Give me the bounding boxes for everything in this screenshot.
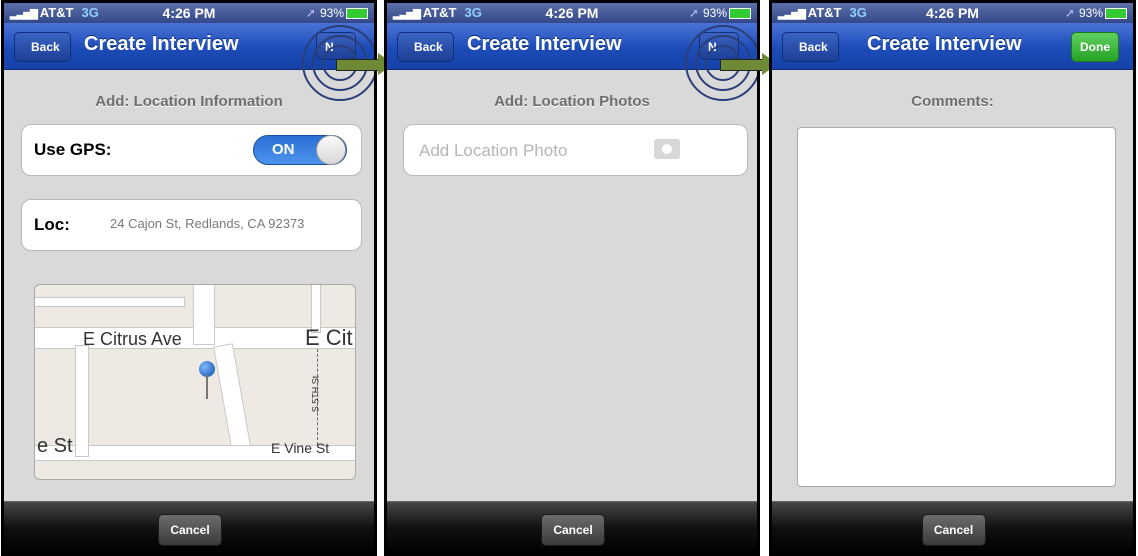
comments-textarea[interactable] — [797, 127, 1116, 487]
map-road — [75, 345, 89, 457]
map-label: e St — [37, 435, 73, 457]
battery-percent: 93% — [1078, 6, 1103, 20]
status-bar: ▂▃▅▇ AT&T 3G 4:26 PM ➚ 93% — [4, 3, 374, 23]
map-pin-needle — [206, 375, 208, 399]
gps-label: Use GPS: — [34, 140, 112, 159]
location-label: Loc: — [34, 215, 70, 234]
done-button[interactable]: Done — [1071, 32, 1119, 62]
back-button[interactable]: Back — [782, 32, 839, 62]
flow-arrow — [720, 59, 764, 71]
screen-comments: ▂▃▅▇ AT&T 3G 4:26 PM ➚ 93% Back Create Inte… — [769, 0, 1136, 556]
map-road — [35, 297, 185, 307]
location-cell[interactable]: Loc: 24 Cajon St, Redlands, CA 92373 — [21, 199, 362, 251]
map-label: S 5TH St — [310, 375, 321, 413]
map-label: E Cit — [305, 325, 353, 350]
map-label: E Citrus Ave — [83, 329, 182, 349]
cancel-button[interactable]: Cancel — [921, 514, 986, 546]
toggle-knob — [316, 135, 346, 165]
location-value: 24 Cajon St, Redlands, CA 92373 — [110, 216, 305, 231]
battery-percent: 93% — [319, 6, 344, 20]
location-map[interactable]: E Citrus Ave E Cit e St E Vine St S 5TH … — [34, 284, 356, 480]
cancel-button[interactable]: Cancel — [541, 514, 605, 546]
gps-cell: Use GPS: ON — [21, 124, 362, 176]
bottom-toolbar: Cancel — [772, 501, 1133, 553]
add-photo-cell[interactable]: Add Location Photo — [403, 124, 748, 176]
status-bar: ▂▃▅▇ AT&T 3G 4:26 PM ➚ 93% — [387, 3, 757, 23]
back-button[interactable]: Back — [397, 32, 454, 62]
camera-icon[interactable] — [654, 139, 680, 159]
map-road — [213, 343, 253, 458]
cancel-button[interactable]: Cancel — [158, 514, 222, 546]
page-title: Create Interview — [467, 33, 622, 55]
page-title: Create Interview — [867, 33, 1022, 55]
section-title: Add: Location Photos — [494, 93, 650, 110]
add-photo-label: Add Location Photo — [419, 141, 568, 160]
bottom-toolbar: Cancel — [387, 501, 757, 553]
battery-percent: 93% — [702, 6, 727, 20]
location-arrow-icon: ➚ — [305, 6, 316, 20]
navigation-bar: Back Create Interview Done — [772, 23, 1133, 70]
back-button[interactable]: Back — [14, 32, 71, 62]
screen-location-photos: ▂▃▅▇ AT&T 3G 4:26 PM ➚ 93% Back Create Inte… — [384, 0, 760, 556]
bottom-toolbar: Cancel — [4, 501, 374, 553]
location-arrow-icon: ➚ — [1064, 6, 1075, 20]
battery-icon — [346, 8, 368, 20]
section-title: Comments: — [911, 93, 994, 110]
toggle-state-label: ON — [272, 141, 295, 158]
flow-arrow — [336, 59, 380, 71]
page-title: Create Interview — [84, 33, 239, 55]
section-title: Add: Location Information — [95, 93, 283, 110]
battery-icon — [729, 8, 751, 20]
location-arrow-icon: ➚ — [688, 6, 699, 20]
status-bar: ▂▃▅▇ AT&T 3G 4:26 PM ➚ 93% — [772, 3, 1133, 23]
gps-toggle[interactable]: ON — [253, 135, 347, 165]
map-road — [193, 285, 215, 345]
map-label: E Vine St — [271, 440, 330, 456]
battery-icon — [1105, 8, 1127, 20]
screen-location-information: ▂▃▅▇ AT&T 3G 4:26 PM ➚ 93% Back Create Inte… — [1, 0, 377, 556]
